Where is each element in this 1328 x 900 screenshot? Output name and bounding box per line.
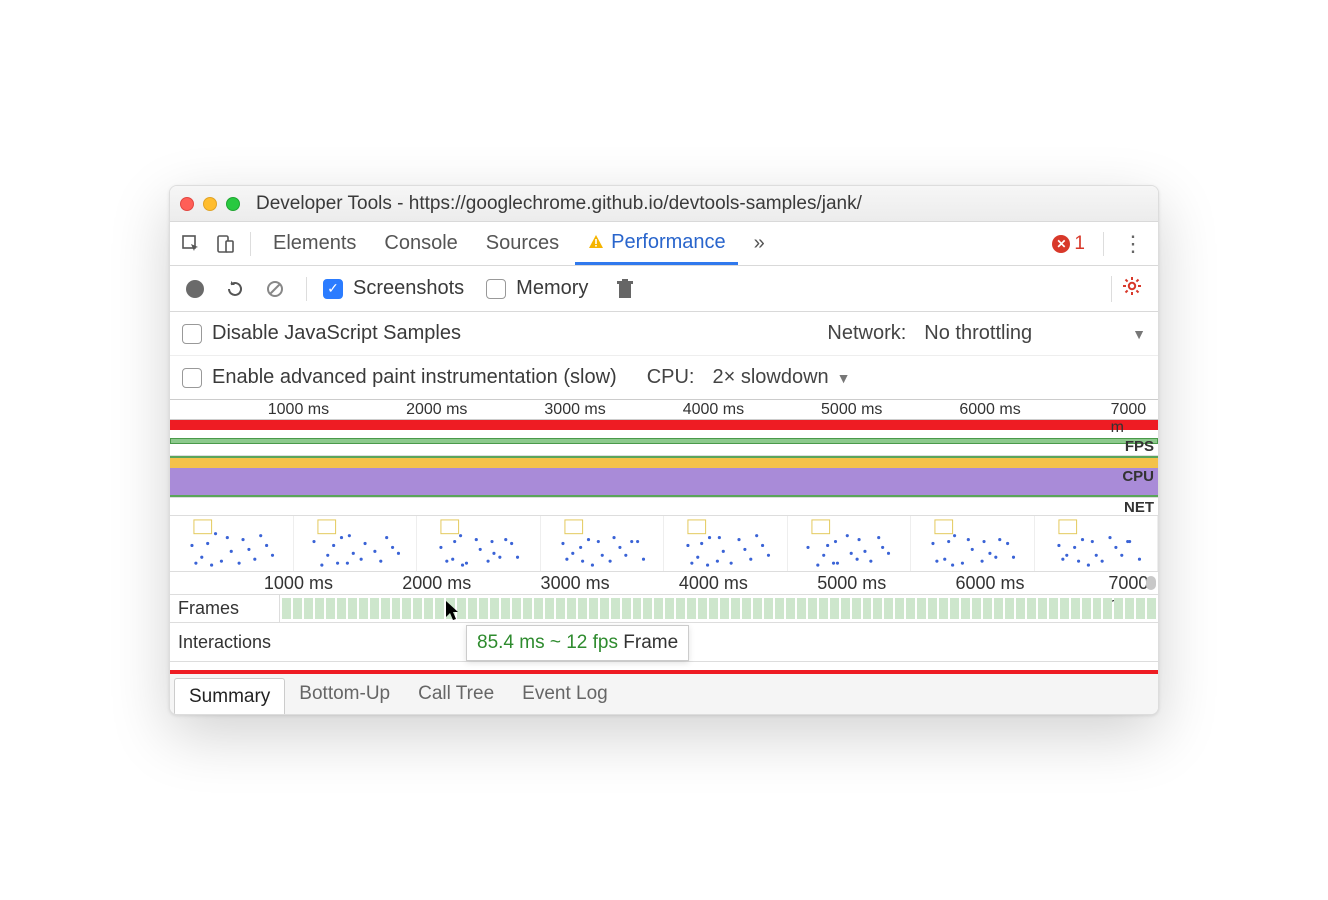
interactions-label: Interactions — [170, 632, 300, 653]
fps-lane: FPS — [170, 438, 1158, 456]
ruler-tick: 6000 ms — [956, 573, 1025, 594]
network-select[interactable]: No throttling — [924, 322, 1032, 345]
overview-ruler: 1000 ms 2000 ms 3000 ms 4000 ms 5000 ms … — [170, 400, 1158, 420]
ruler-tick: 1000 ms — [264, 573, 333, 594]
cpu-select[interactable]: 2× slowdown ▼ — [712, 366, 850, 389]
ruler-tick: 3000 ms — [544, 401, 605, 419]
trash-icon[interactable] — [610, 274, 640, 304]
screenshots-checkbox[interactable]: ✓ — [323, 279, 343, 299]
ruler-tick: 2000 ms — [402, 573, 471, 594]
tab-event-log[interactable]: Event Log — [508, 674, 622, 714]
device-toolbar-icon[interactable] — [210, 229, 240, 259]
screenshot-thumb[interactable] — [664, 516, 788, 571]
tab-sources[interactable]: Sources — [474, 222, 571, 265]
memory-checkbox[interactable] — [486, 279, 506, 299]
panel-tabs: Elements Console Sources Performance » ✕… — [170, 222, 1158, 266]
screenshots-label: Screenshots — [353, 277, 464, 300]
screenshot-thumb[interactable] — [788, 516, 912, 571]
ruler-tick: 4000 ms — [683, 401, 744, 419]
details-tabs: Summary Bottom-Up Call Tree Event Log — [170, 672, 1158, 714]
screenshot-thumb[interactable] — [1035, 516, 1159, 571]
devtools-window: Developer Tools - https://googlechrome.g… — [169, 185, 1159, 715]
cpu-value: 2× slowdown — [712, 366, 828, 389]
ruler-tick: 6000 ms — [959, 401, 1020, 419]
net-lane: NET — [170, 498, 1158, 516]
close-window-button[interactable] — [180, 197, 194, 211]
tab-elements[interactable]: Elements — [261, 222, 368, 265]
screenshot-thumb[interactable] — [170, 516, 294, 571]
tab-performance[interactable]: Performance — [575, 222, 738, 265]
screenshot-thumb[interactable] — [417, 516, 541, 571]
screenshot-filmstrip[interactable] — [170, 516, 1158, 572]
screenshot-thumb[interactable] — [294, 516, 418, 571]
overview-pane[interactable]: 1000 ms 2000 ms 3000 ms 4000 ms 5000 ms … — [170, 400, 1158, 572]
settings-row-2: Enable advanced paint instrumentation (s… — [170, 356, 1158, 400]
error-count: 1 — [1074, 233, 1085, 255]
tooltip-suffix: Frame — [623, 632, 678, 653]
tooltip-metric: 85.4 ms ~ 12 fps — [477, 632, 618, 653]
warning-icon — [587, 233, 605, 251]
clear-button[interactable] — [260, 274, 290, 304]
select-element-icon[interactable] — [176, 229, 206, 259]
window-title: Developer Tools - https://googlechrome.g… — [256, 193, 862, 215]
cpu-lane-label: CPU — [1122, 468, 1154, 485]
error-icon: ✕ — [1052, 235, 1070, 253]
screenshot-thumb[interactable] — [911, 516, 1035, 571]
frame-tooltip: 85.4 ms ~ 12 fps Frame — [466, 625, 689, 661]
tab-performance-label: Performance — [611, 231, 726, 254]
disable-js-checkbox[interactable] — [182, 324, 202, 344]
enable-paint-label: Enable advanced paint instrumentation (s… — [212, 366, 617, 389]
ruler-tick: 7000 m — [1111, 401, 1147, 437]
cpu-lane: CPU — [170, 456, 1158, 498]
zoom-window-button[interactable] — [226, 197, 240, 211]
separator — [250, 232, 251, 256]
net-lane-label: NET — [1124, 499, 1154, 516]
frames-strip[interactable] — [280, 595, 1158, 622]
tab-call-tree[interactable]: Call Tree — [404, 674, 508, 714]
ruler-tick: 3000 ms — [541, 573, 610, 594]
ruler-tick: 2000 ms — [406, 401, 467, 419]
scrollbar-thumb[interactable] — [1146, 576, 1156, 590]
chevron-down-icon: ▼ — [837, 370, 851, 386]
fps-lane-label: FPS — [1125, 438, 1154, 455]
interactions-track: Interactions 85.4 ms ~ 12 fps Frame — [170, 622, 1158, 662]
separator — [1103, 232, 1104, 256]
frames-label: Frames — [170, 595, 280, 622]
cpu-label: CPU: — [647, 366, 695, 389]
settings-row-1: Disable JavaScript Samples Network: No t… — [170, 312, 1158, 356]
traffic-lights — [180, 197, 240, 211]
tabs-overflow[interactable]: » — [742, 222, 777, 265]
separator — [306, 277, 307, 301]
long-task-bar — [170, 420, 1158, 430]
disable-js-label: Disable JavaScript Samples — [212, 322, 461, 345]
reload-record-button[interactable] — [220, 274, 250, 304]
flamechart-pane[interactable]: 1000 ms 2000 ms 3000 ms 4000 ms 5000 ms … — [170, 572, 1158, 672]
more-menu-icon[interactable]: ⋮ — [1114, 231, 1152, 257]
performance-toolbar: ✓ Screenshots Memory — [170, 266, 1158, 312]
memory-label: Memory — [516, 277, 588, 300]
long-task-indicator — [170, 670, 1158, 674]
tab-summary[interactable]: Summary — [174, 678, 285, 714]
titlebar: Developer Tools - https://googlechrome.g… — [170, 186, 1158, 222]
minimize-window-button[interactable] — [203, 197, 217, 211]
capture-settings-icon[interactable] — [1111, 276, 1148, 302]
ruler-tick: 4000 ms — [679, 573, 748, 594]
ruler-tick: 5000 ms — [821, 401, 882, 419]
chevron-down-icon[interactable]: ▼ — [1132, 326, 1146, 342]
tab-console[interactable]: Console — [372, 222, 469, 265]
record-button[interactable] — [180, 274, 210, 304]
enable-paint-checkbox[interactable] — [182, 368, 202, 388]
detail-ruler: 1000 ms 2000 ms 3000 ms 4000 ms 5000 ms … — [170, 572, 1158, 594]
ruler-tick: 5000 ms — [817, 573, 886, 594]
network-value: No throttling — [924, 322, 1032, 345]
tab-bottom-up[interactable]: Bottom-Up — [285, 674, 404, 714]
error-badge[interactable]: ✕ 1 — [1052, 233, 1085, 255]
ruler-tick: 1000 ms — [268, 401, 329, 419]
frames-track: Frames — [170, 594, 1158, 622]
screenshot-thumb[interactable] — [541, 516, 665, 571]
network-label: Network: — [827, 322, 906, 345]
